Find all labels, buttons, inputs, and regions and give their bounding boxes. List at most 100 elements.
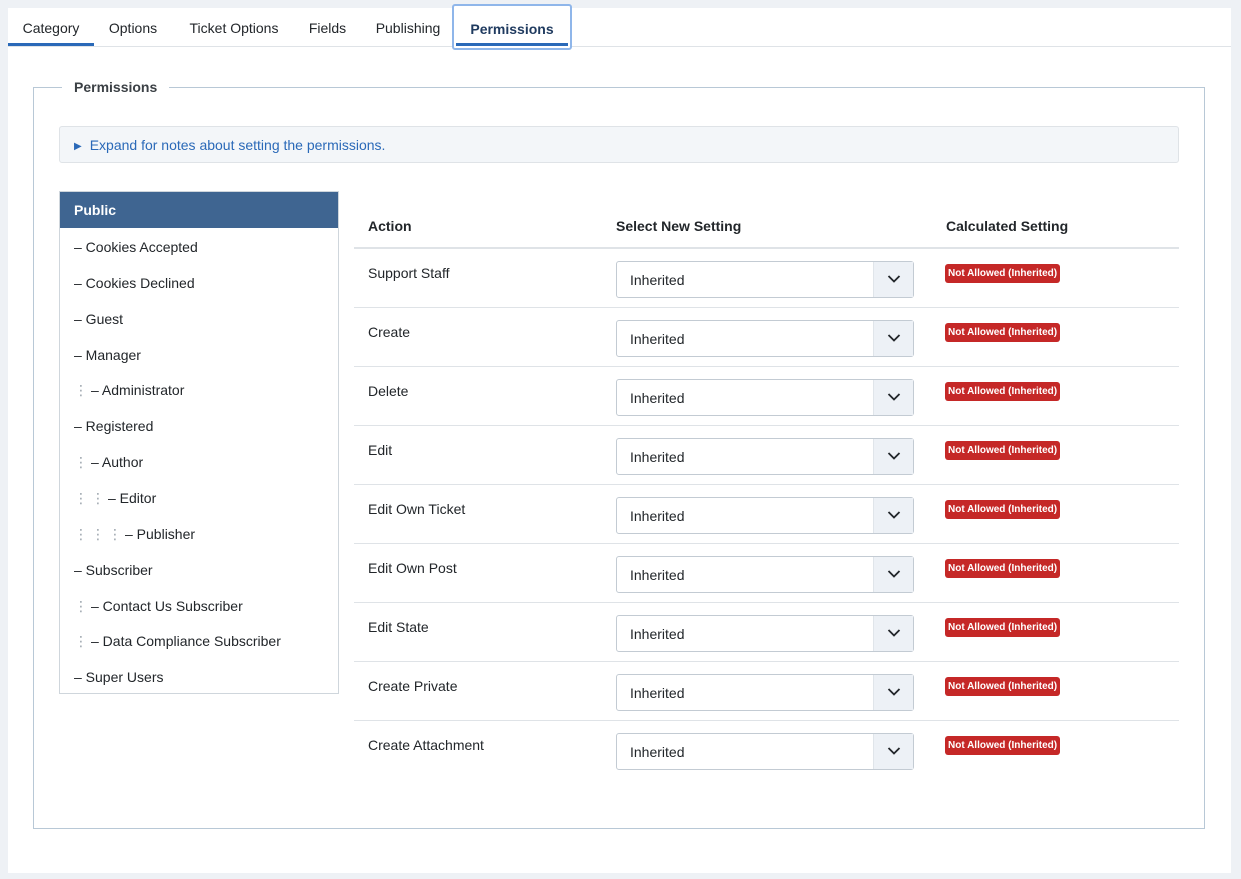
setting-value: Inherited [630, 272, 685, 288]
vertical-dots-icon: ⋮ [74, 633, 88, 650]
tab-bar: Category Options Ticket Options Fields P… [8, 4, 1231, 50]
permissions-fieldset: Permissions ▶ Expand for notes about sett… [33, 79, 1205, 829]
group-label: – Administrator [91, 382, 185, 399]
chevron-down-icon [873, 321, 913, 356]
caret-right-icon: ▶ [74, 141, 82, 152]
header-calculated-setting: Calculated Setting [946, 218, 1069, 234]
setting-value: Inherited [630, 685, 685, 701]
vertical-dots-icon: ⋮ [74, 597, 88, 614]
setting-value: Inherited [630, 390, 685, 406]
group-item[interactable]: – Subscriber [60, 552, 338, 588]
group-label: – Super Users [74, 669, 164, 686]
chevron-down-icon [873, 675, 913, 710]
group-item[interactable]: ⋮ – Administrator [60, 372, 338, 408]
action-label: Create Attachment [368, 737, 484, 753]
vertical-dots-icon: ⋮ [74, 382, 88, 399]
setting-select[interactable]: Inherited [616, 320, 914, 357]
setting-select[interactable]: Inherited [616, 733, 914, 770]
setting-value: Inherited [630, 744, 685, 760]
action-label: Create Private [368, 678, 458, 694]
group-item[interactable]: ⋮ – Author [60, 444, 338, 480]
group-item[interactable]: ⋮ – Data Compliance Subscriber [60, 623, 338, 659]
calculated-setting-badge: Not Allowed (Inherited) [945, 559, 1061, 578]
group-public[interactable]: Public [60, 192, 338, 228]
calculated-setting-badge: Not Allowed (Inherited) [945, 736, 1061, 755]
group-item[interactable]: – Cookies Accepted [60, 229, 338, 265]
chevron-down-icon [873, 734, 913, 769]
table-row: Delete Inherited Not Allowed (Inherited) [354, 367, 1179, 426]
tab-ticket-options[interactable]: Ticket Options [179, 8, 289, 46]
user-group-list: Public – Cookies Accepted – Cookies Declin… [59, 191, 339, 694]
group-label: – Publisher [125, 525, 196, 542]
calculated-setting-badge: Not Allowed (Inherited) [945, 264, 1061, 283]
table-row: Edit Own Ticket Inherited Not Allowed (Inh… [354, 485, 1179, 544]
chevron-down-icon [873, 616, 913, 651]
group-label: – Cookies Accepted [74, 239, 198, 255]
group-label: – Author [91, 454, 144, 471]
action-label: Edit Own Post [368, 560, 457, 576]
setting-value: Inherited [630, 626, 685, 642]
table-row: Edit Inherited Not Allowed (Inherited) [354, 426, 1179, 485]
setting-select[interactable]: Inherited [616, 615, 914, 652]
notes-label: Expand for notes about setting the permi… [89, 137, 386, 153]
group-item[interactable]: ⋮ – Contact Us Subscriber [60, 588, 338, 624]
group-label: – Cookies Declined [74, 274, 195, 291]
setting-select[interactable]: Inherited [616, 497, 914, 534]
setting-select[interactable]: Inherited [616, 261, 914, 298]
group-item[interactable]: – Registered [60, 408, 338, 444]
group-label: – Subscriber [74, 561, 153, 578]
chevron-down-icon [873, 498, 913, 533]
group-item[interactable]: – Guest [60, 301, 338, 337]
content-card: Category Options Ticket Options Fields P… [8, 4, 1231, 873]
calculated-setting-badge: Not Allowed (Inherited) [945, 382, 1061, 401]
calculated-setting-badge: Not Allowed (Inherited) [945, 323, 1061, 342]
group-item[interactable]: – Cookies Declined [60, 265, 338, 301]
group-label: – Data Compliance Subscriber [91, 633, 281, 650]
group-label: – Manager [74, 346, 141, 363]
vertical-dots-icon: ⋮ [74, 454, 88, 471]
group-item[interactable]: – Manager [60, 337, 338, 373]
chevron-down-icon [873, 262, 913, 297]
group-label: – Registered [74, 418, 154, 435]
setting-value: Inherited [630, 567, 685, 583]
group-label: – Guest [74, 310, 124, 327]
tab-publishing[interactable]: Publishing [368, 8, 448, 46]
table-row: Create Inherited Not Allowed (Inherited) [354, 308, 1179, 367]
table-row: Create Attachment Inherited Not Allowed (I… [354, 721, 1179, 780]
tab-category[interactable]: Category [8, 8, 94, 46]
setting-value: Inherited [630, 508, 685, 524]
header-action: Action [368, 218, 412, 234]
fieldset-legend: Permissions [62, 79, 170, 95]
setting-select[interactable]: Inherited [616, 379, 914, 416]
setting-select[interactable]: Inherited [616, 674, 914, 711]
calculated-setting-badge: Not Allowed (Inherited) [945, 500, 1061, 519]
tab-permissions[interactable]: Permissions [452, 4, 572, 50]
setting-select[interactable]: Inherited [616, 556, 914, 593]
action-label: Edit State [368, 619, 429, 635]
action-label: Edit [368, 442, 393, 458]
permission-notes-toggle[interactable]: ▶ Expand for notes about setting the perm… [59, 126, 1179, 163]
setting-select[interactable]: Inherited [616, 438, 914, 475]
table-row: Support Staff Inherited Not Allowed (Inher… [354, 249, 1179, 308]
group-item[interactable]: ⋮ ⋮ ⋮ – Publisher [60, 516, 338, 552]
action-label: Create [368, 324, 411, 340]
group-item[interactable]: ⋮ ⋮ – Editor [60, 480, 338, 516]
action-label: Delete [368, 383, 409, 399]
tab-fields[interactable]: Fields [300, 8, 355, 46]
group-item[interactable]: – Super Users [60, 659, 338, 695]
table-row: Create Private Inherited Not Allowed (Inhe… [354, 662, 1179, 721]
table-row: Edit Own Post Inherited Not Allowed (Inher… [354, 544, 1179, 603]
group-label: Public [74, 202, 117, 218]
action-label: Support Staff [368, 265, 450, 281]
setting-value: Inherited [630, 449, 685, 465]
calculated-setting-badge: Not Allowed (Inherited) [945, 677, 1061, 696]
calculated-setting-badge: Not Allowed (Inherited) [945, 441, 1061, 460]
group-label: – Editor [108, 489, 157, 506]
vertical-dots-icon: ⋮ ⋮ [74, 489, 105, 506]
chevron-down-icon [873, 439, 913, 474]
chevron-down-icon [873, 380, 913, 415]
calculated-setting-badge: Not Allowed (Inherited) [945, 618, 1061, 637]
tab-options[interactable]: Options [99, 8, 167, 46]
header-select-new-setting: Select New Setting [616, 218, 742, 234]
table-row: Edit State Inherited Not Allowed (Inherite… [354, 603, 1179, 662]
